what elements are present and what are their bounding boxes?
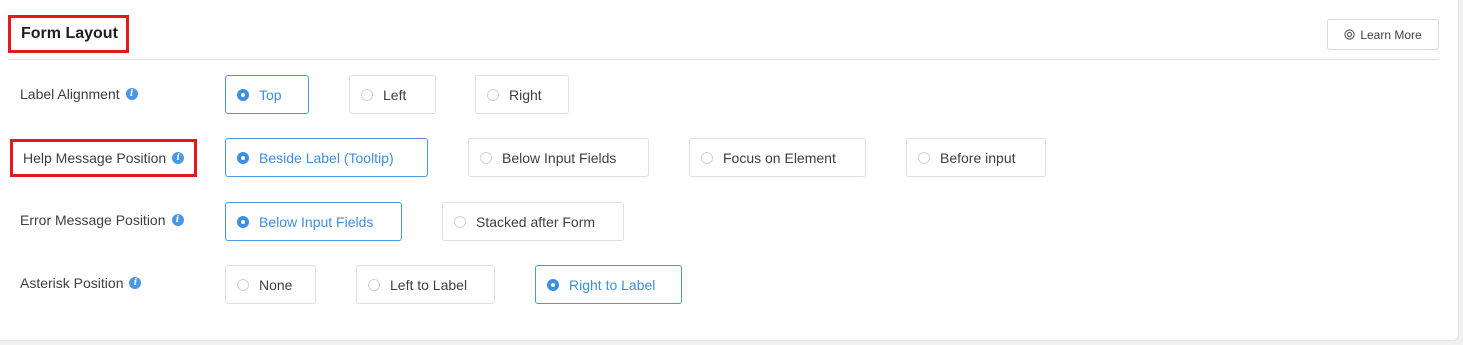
row-label-text: Label Alignment bbox=[20, 86, 120, 102]
radio-icon bbox=[487, 88, 499, 101]
error-message-position-label: Error Message Position i bbox=[20, 212, 184, 228]
option-label: Below Input Fields bbox=[259, 213, 374, 230]
option-label: Right to Label bbox=[569, 276, 656, 293]
lifebuoy-icon bbox=[1344, 29, 1355, 40]
asterisk-position-label: Asterisk Position i bbox=[20, 275, 142, 291]
option-right-to-label[interactable]: Right to Label bbox=[535, 265, 682, 304]
option-below-input-fields[interactable]: Below Input Fields bbox=[468, 138, 649, 177]
option-beside-label-tooltip[interactable]: Beside Label (Tooltip) bbox=[225, 138, 428, 177]
radio-selected-icon bbox=[237, 215, 249, 228]
learn-more-label: Learn More bbox=[1360, 27, 1422, 42]
option-label: Beside Label (Tooltip) bbox=[259, 149, 394, 166]
radio-icon bbox=[918, 151, 930, 164]
radio-icon bbox=[480, 151, 492, 164]
radio-icon bbox=[701, 151, 713, 164]
row-label-text: Asterisk Position bbox=[20, 275, 124, 291]
option-none[interactable]: None bbox=[225, 265, 316, 304]
radio-icon bbox=[454, 215, 466, 228]
info-icon[interactable]: i bbox=[172, 152, 185, 164]
option-left-to-label[interactable]: Left to Label bbox=[356, 265, 495, 304]
option-below-input-fields[interactable]: Below Input Fields bbox=[225, 202, 402, 241]
option-label: Below Input Fields bbox=[502, 149, 617, 166]
radio-selected-icon bbox=[237, 151, 249, 164]
option-label: Left bbox=[383, 86, 407, 103]
learn-more-button[interactable]: Learn More bbox=[1327, 19, 1439, 50]
radio-selected-icon bbox=[547, 278, 559, 291]
option-label: Stacked after Form bbox=[476, 213, 596, 230]
option-right[interactable]: Right bbox=[475, 75, 569, 114]
radio-icon bbox=[368, 278, 380, 291]
form-layout-panel: Form Layout Learn More Label Alignment i… bbox=[0, 0, 1459, 341]
info-icon[interactable]: i bbox=[125, 88, 138, 100]
page-title: Form Layout bbox=[21, 25, 118, 42]
help-message-position-label: Help Message Position i bbox=[10, 139, 198, 177]
radio-icon bbox=[361, 88, 373, 101]
option-before-input[interactable]: Before input bbox=[906, 138, 1046, 177]
option-label: Top bbox=[259, 86, 282, 103]
option-label: Before input bbox=[940, 149, 1016, 166]
info-icon[interactable]: i bbox=[129, 277, 142, 289]
row-label-text: Help Message Position bbox=[23, 150, 167, 166]
label-alignment-label: Label Alignment i bbox=[20, 86, 138, 102]
row-label-text: Error Message Position bbox=[20, 212, 166, 228]
title-highlight: Form Layout bbox=[8, 15, 129, 53]
option-left[interactable]: Left bbox=[349, 75, 436, 114]
option-top[interactable]: Top bbox=[225, 75, 309, 114]
option-label: Left to Label bbox=[390, 276, 468, 293]
panel-header: Form Layout Learn More bbox=[8, 14, 1439, 60]
option-stacked-after-form[interactable]: Stacked after Form bbox=[442, 202, 624, 241]
option-label: Right bbox=[509, 86, 542, 103]
option-label: None bbox=[259, 276, 293, 293]
info-icon[interactable]: i bbox=[171, 214, 184, 226]
radio-selected-icon bbox=[237, 88, 249, 101]
option-focus-on-element[interactable]: Focus on Element bbox=[689, 138, 866, 177]
option-label: Focus on Element bbox=[723, 149, 836, 166]
radio-icon bbox=[237, 278, 249, 291]
